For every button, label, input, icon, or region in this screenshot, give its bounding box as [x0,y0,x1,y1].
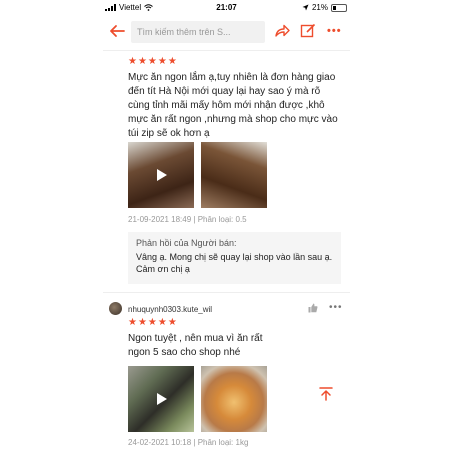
back-arrow-icon[interactable] [108,22,126,40]
battery-percent: 21% [311,3,328,12]
review-rating: ★★★★★ [128,56,178,67]
thumbs-up-icon[interactable] [308,303,318,313]
review-photo[interactable] [201,366,267,432]
review-text: Mực ăn ngon lắm ạ,tuy nhiên là đơn hàng … [128,72,338,139]
review-video-thumbnail[interactable] [128,142,194,208]
review-video-thumbnail[interactable] [128,366,194,432]
play-icon [157,169,167,181]
top-bar: Tìm kiếm thêm trên S... ••• [103,14,350,51]
seller-reply-heading: Phản hồi của Người bán: [136,238,237,248]
avatar[interactable] [109,302,122,315]
status-bar: Viettel 21:07 21% [103,0,350,14]
play-icon [157,393,167,405]
edit-icon[interactable] [299,22,317,40]
location-icon [302,4,309,11]
battery-level [333,5,336,10]
share-icon[interactable] [273,22,291,40]
review-options-icon[interactable]: ••• [329,302,343,313]
search-input[interactable]: Tìm kiếm thêm trên S... [131,21,265,43]
app-screen: Viettel 21:07 21% Tìm kiếm thêm trên S..… [103,0,350,450]
seller-reply-text: Vâng ạ. Mong chị sẽ quay lại shop vào lầ… [136,252,333,274]
reviewer-username[interactable]: nhuquynh0303.kute_wil [128,305,212,314]
scroll-to-top-icon[interactable] [318,386,334,402]
seller-reply: Phản hồi của Người bán: Vâng ạ. Mong chị… [128,232,341,284]
review-meta: 21-09-2021 18:49 | Phân loại: 0.5 [128,215,247,224]
battery-icon [331,3,347,12]
review-photo[interactable] [201,142,267,208]
more-icon[interactable]: ••• [327,25,342,37]
review-meta: 24-02-2021 10:18 | Phân loại: 1kg [128,438,249,447]
review-rating: ★★★★★ [128,317,178,328]
divider [103,292,350,293]
